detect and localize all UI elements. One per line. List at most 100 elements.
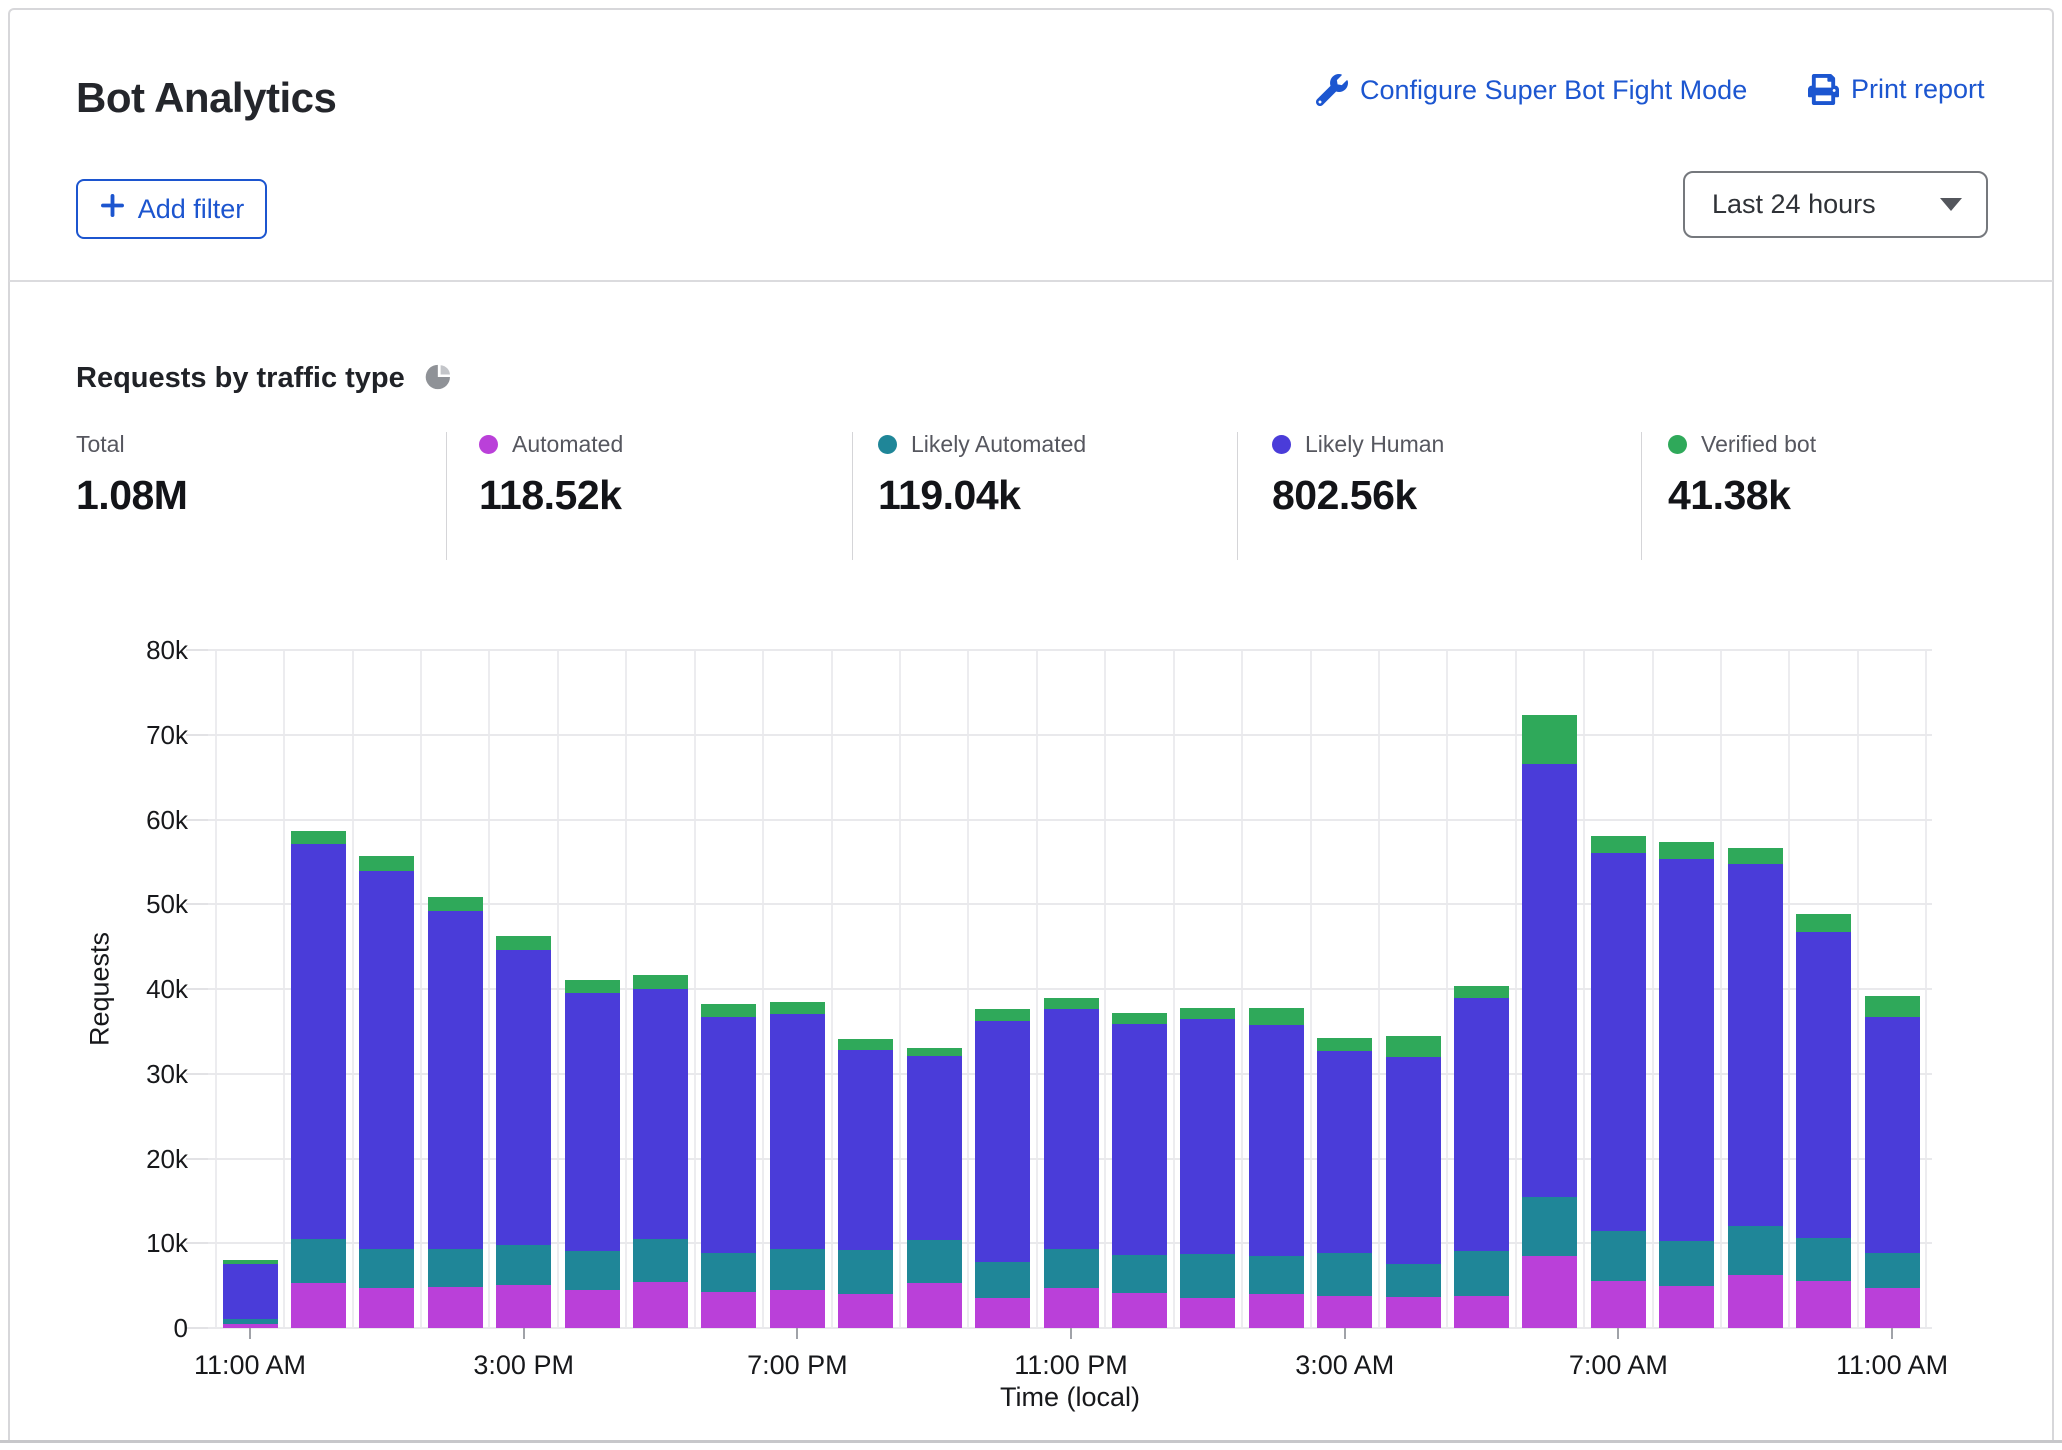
bar-segment-likely-automated[interactable] [1865, 1253, 1920, 1288]
bar-segment-verified-bot[interactable] [496, 936, 551, 950]
bar-segment-likely-automated[interactable] [1591, 1231, 1646, 1281]
print-report-link[interactable]: Print report [1808, 74, 1985, 105]
bar-segment-automated[interactable] [907, 1283, 962, 1328]
bar-segment-likely-human[interactable] [975, 1021, 1030, 1262]
bar-segment-likely-automated[interactable] [1796, 1238, 1851, 1280]
bar-segment-likely-automated[interactable] [1317, 1253, 1372, 1296]
bar-segment-automated[interactable] [633, 1282, 688, 1328]
bar-segment-verified-bot[interactable] [1044, 998, 1099, 1008]
bar-segment-verified-bot[interactable] [223, 1260, 278, 1264]
bar-segment-likely-automated[interactable] [359, 1249, 414, 1288]
bar-segment-likely-automated[interactable] [1112, 1255, 1167, 1293]
bar-segment-automated[interactable] [1659, 1286, 1714, 1328]
bar-segment-verified-bot[interactable] [1796, 914, 1851, 932]
bar-segment-verified-bot[interactable] [1112, 1013, 1167, 1024]
bar-segment-automated[interactable] [770, 1290, 825, 1328]
bar-segment-likely-human[interactable] [1112, 1024, 1167, 1255]
bar-segment-verified-bot[interactable] [1317, 1038, 1372, 1051]
bar-segment-automated[interactable] [291, 1283, 346, 1328]
bar-segment-verified-bot[interactable] [1386, 1036, 1441, 1057]
bar-segment-likely-human[interactable] [1044, 1009, 1099, 1250]
bar-segment-verified-bot[interactable] [1454, 986, 1509, 998]
bar-segment-likely-automated[interactable] [1522, 1197, 1577, 1256]
bar-segment-automated[interactable] [496, 1285, 551, 1328]
bar-segment-verified-bot[interactable] [1591, 836, 1646, 852]
bar-segment-likely-automated[interactable] [496, 1245, 551, 1285]
bar-segment-likely-automated[interactable] [1180, 1254, 1235, 1297]
bar-segment-verified-bot[interactable] [1180, 1008, 1235, 1019]
bar-segment-likely-human[interactable] [428, 911, 483, 1249]
bar-segment-likely-human[interactable] [770, 1014, 825, 1250]
bar-segment-automated[interactable] [1796, 1281, 1851, 1328]
bar-segment-likely-human[interactable] [1454, 998, 1509, 1251]
bar-segment-automated[interactable] [701, 1292, 756, 1328]
bar-segment-likely-human[interactable] [1591, 853, 1646, 1232]
bar-segment-likely-automated[interactable] [291, 1239, 346, 1283]
bar-segment-verified-bot[interactable] [633, 975, 688, 989]
bar-segment-likely-human[interactable] [223, 1264, 278, 1318]
bar-segment-likely-human[interactable] [838, 1050, 893, 1250]
bar-segment-automated[interactable] [359, 1288, 414, 1328]
bar-segment-likely-automated[interactable] [838, 1250, 893, 1294]
configure-super-bot-fight-mode-link[interactable]: Configure Super Bot Fight Mode [1316, 74, 1747, 106]
bar-segment-likely-automated[interactable] [428, 1249, 483, 1287]
bar-segment-likely-human[interactable] [1180, 1019, 1235, 1255]
bar-segment-likely-human[interactable] [1522, 764, 1577, 1196]
bar-segment-automated[interactable] [565, 1290, 620, 1328]
bar-segment-likely-automated[interactable] [1386, 1264, 1441, 1297]
bar-segment-verified-bot[interactable] [359, 856, 414, 871]
bar-segment-likely-human[interactable] [907, 1056, 962, 1240]
bar-segment-likely-human[interactable] [1728, 864, 1783, 1226]
bar-segment-automated[interactable] [1249, 1294, 1304, 1328]
bar-segment-likely-automated[interactable] [1454, 1251, 1509, 1296]
bar-segment-verified-bot[interactable] [1865, 996, 1920, 1017]
bar-segment-likely-human[interactable] [701, 1017, 756, 1253]
bar-segment-likely-human[interactable] [496, 950, 551, 1245]
bar-segment-verified-bot[interactable] [565, 980, 620, 994]
bar-segment-likely-human[interactable] [291, 844, 346, 1239]
bar-segment-verified-bot[interactable] [770, 1002, 825, 1014]
bar-segment-automated[interactable] [1044, 1288, 1099, 1328]
bar-segment-automated[interactable] [1180, 1298, 1235, 1329]
bar-segment-verified-bot[interactable] [1728, 848, 1783, 864]
bar-segment-verified-bot[interactable] [975, 1009, 1030, 1021]
bar-segment-likely-human[interactable] [1386, 1057, 1441, 1264]
bar-segment-likely-automated[interactable] [975, 1262, 1030, 1298]
bar-segment-likely-automated[interactable] [701, 1253, 756, 1292]
bar-segment-verified-bot[interactable] [1659, 842, 1714, 859]
bar-segment-automated[interactable] [1865, 1288, 1920, 1328]
bar-segment-automated[interactable] [838, 1294, 893, 1328]
bar-segment-likely-human[interactable] [1317, 1051, 1372, 1253]
bar-segment-automated[interactable] [1454, 1296, 1509, 1328]
bar-segment-likely-human[interactable] [1865, 1017, 1920, 1253]
bar-segment-likely-human[interactable] [633, 989, 688, 1239]
bar-segment-likely-automated[interactable] [565, 1251, 620, 1290]
bar-segment-verified-bot[interactable] [838, 1039, 893, 1050]
bar-segment-likely-automated[interactable] [1249, 1256, 1304, 1294]
bar-segment-likely-automated[interactable] [223, 1319, 278, 1324]
bar-segment-likely-human[interactable] [1659, 859, 1714, 1241]
bar-segment-likely-automated[interactable] [633, 1239, 688, 1282]
bar-segment-likely-automated[interactable] [770, 1249, 825, 1290]
time-range-dropdown[interactable]: Last 24 hours [1683, 171, 1988, 238]
bar-segment-likely-automated[interactable] [1659, 1241, 1714, 1287]
add-filter-button[interactable]: Add filter [76, 179, 267, 239]
bar-segment-automated[interactable] [1386, 1297, 1441, 1328]
bar-segment-automated[interactable] [1522, 1256, 1577, 1328]
bar-segment-likely-automated[interactable] [907, 1240, 962, 1283]
bar-segment-verified-bot[interactable] [428, 897, 483, 911]
bar-segment-likely-human[interactable] [565, 993, 620, 1251]
bar-segment-verified-bot[interactable] [907, 1048, 962, 1056]
bar-segment-likely-automated[interactable] [1728, 1226, 1783, 1275]
bar-segment-automated[interactable] [428, 1287, 483, 1328]
bar-segment-automated[interactable] [1317, 1296, 1372, 1328]
bar-segment-automated[interactable] [1591, 1281, 1646, 1328]
bar-segment-verified-bot[interactable] [701, 1004, 756, 1017]
bar-segment-verified-bot[interactable] [1522, 715, 1577, 764]
bar-segment-likely-human[interactable] [359, 871, 414, 1249]
bar-segment-likely-automated[interactable] [1044, 1249, 1099, 1288]
bar-segment-likely-human[interactable] [1796, 932, 1851, 1238]
bar-segment-verified-bot[interactable] [291, 831, 346, 844]
bar-segment-automated[interactable] [1112, 1293, 1167, 1328]
bar-segment-verified-bot[interactable] [1249, 1008, 1304, 1025]
